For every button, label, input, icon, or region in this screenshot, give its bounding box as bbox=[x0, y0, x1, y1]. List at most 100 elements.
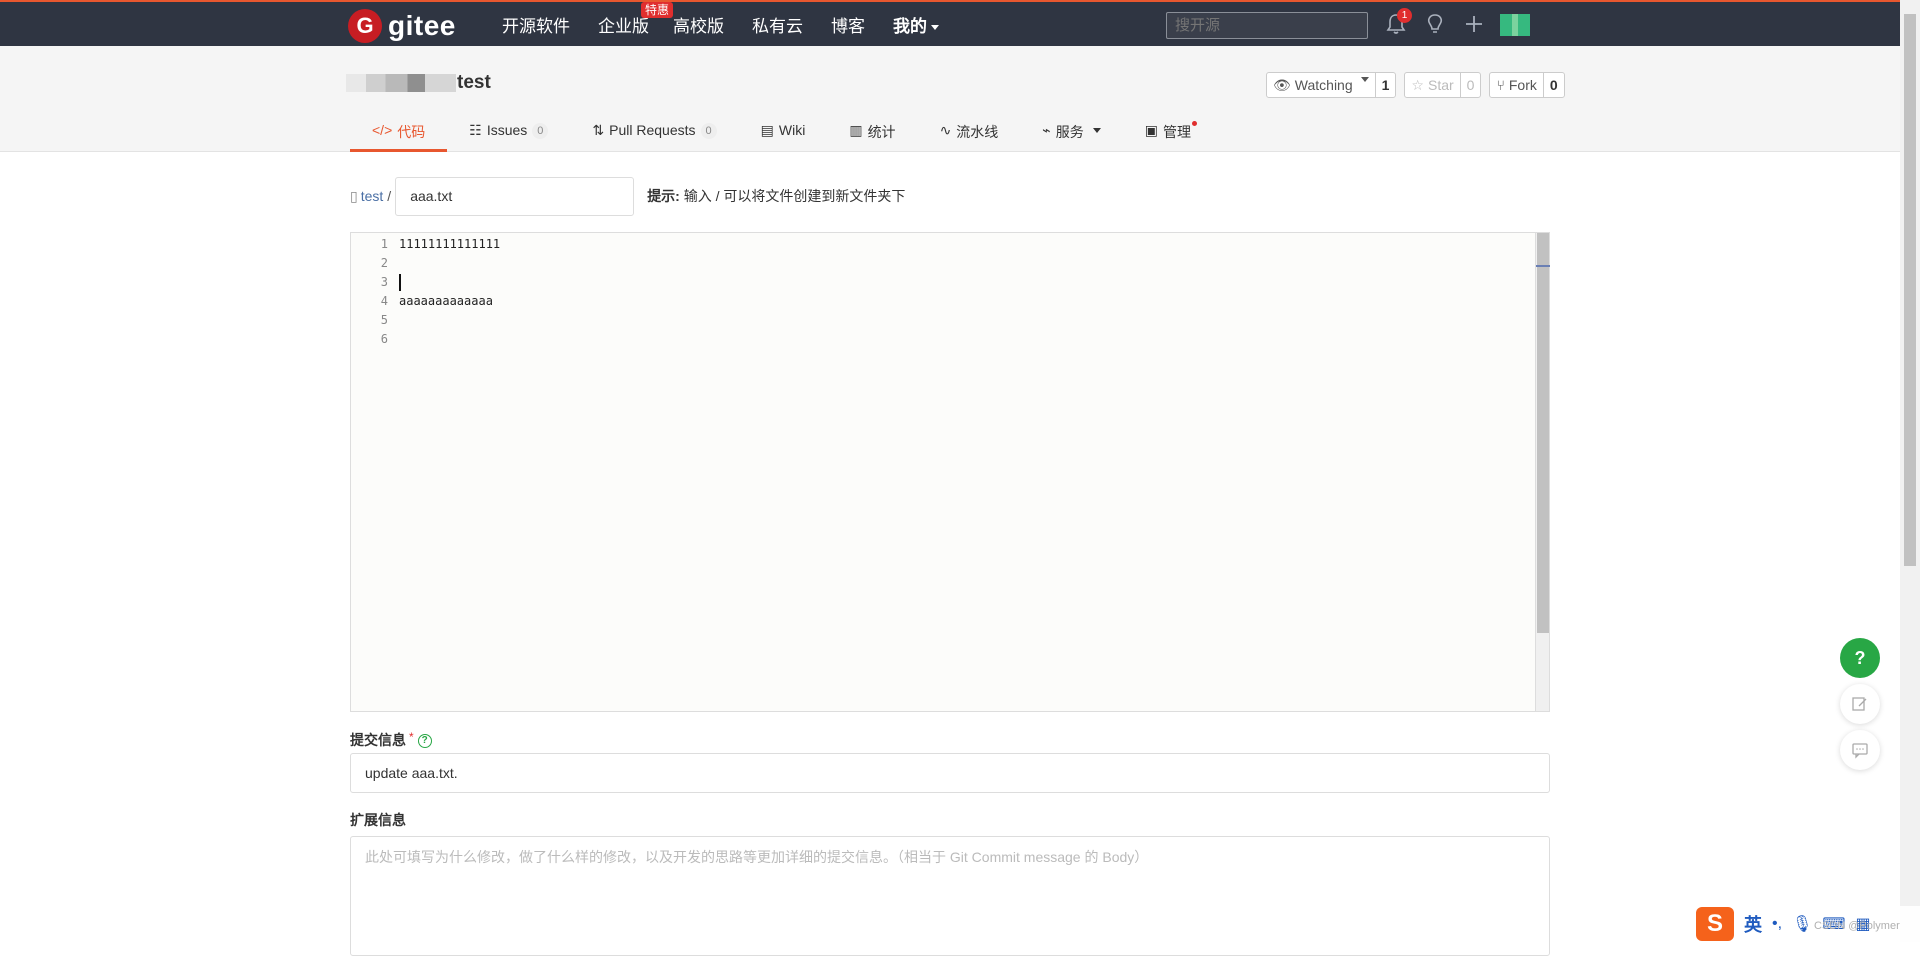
fork-button[interactable]: ⑂ Fork 0 bbox=[1489, 72, 1565, 98]
pull-requests-count: 0 bbox=[700, 123, 717, 139]
editor-scrollbar[interactable] bbox=[1535, 233, 1550, 711]
line-number: 3 bbox=[380, 275, 388, 289]
commit-message-input[interactable] bbox=[350, 753, 1550, 793]
tab-code-label: 代码 bbox=[397, 124, 426, 140]
nav-enterprise-label: 企业版 bbox=[598, 16, 649, 36]
fork-icon: ⑂ bbox=[1496, 77, 1505, 93]
line-number: 4 bbox=[380, 294, 388, 308]
lightbulb-icon[interactable] bbox=[1424, 13, 1446, 35]
nav-university[interactable]: 高校版 bbox=[673, 12, 724, 37]
punctuation-icon[interactable]: •, bbox=[1772, 915, 1782, 933]
settings-doc-icon: ▣ bbox=[1144, 122, 1158, 138]
chevron-down-icon bbox=[1092, 128, 1101, 133]
line-number: 5 bbox=[380, 313, 388, 327]
tab-stats[interactable]: ▥ 统计 bbox=[827, 118, 917, 152]
code-icon: </> bbox=[372, 122, 393, 138]
tab-pull-requests-label: Pull Requests bbox=[609, 122, 696, 138]
fork-count[interactable]: 0 bbox=[1544, 73, 1564, 97]
tab-services[interactable]: ⌁ 服务 bbox=[1020, 118, 1122, 152]
microphone-icon[interactable]: 🎙 bbox=[1792, 914, 1812, 934]
star-icon: ☆ bbox=[1411, 77, 1424, 93]
chevron-down-icon bbox=[1360, 77, 1369, 82]
star-count[interactable]: 0 bbox=[1461, 73, 1481, 97]
fork-label: Fork bbox=[1508, 77, 1537, 93]
bar-chart-icon: ▥ bbox=[849, 122, 863, 138]
path-hint-text: 输入 / 可以将文件创建到新文件夹下 bbox=[683, 188, 906, 204]
gitee-logo-icon: G bbox=[348, 9, 382, 43]
eye-icon: 👁 bbox=[1273, 77, 1291, 93]
nav-open-source[interactable]: 开源软件 bbox=[502, 12, 570, 37]
search-input[interactable] bbox=[1166, 12, 1368, 39]
extended-message-label: 扩展信息 bbox=[350, 812, 406, 828]
tab-issues[interactable]: ☷ Issues 0 bbox=[447, 118, 570, 152]
edit-icon[interactable] bbox=[1840, 684, 1880, 724]
nav-blog[interactable]: 博客 bbox=[831, 12, 865, 37]
code-editor[interactable]: 1 2 3 4 5 6 11111111111111 aaaaaaaaaaaaa bbox=[350, 232, 1550, 712]
code-line[interactable]: 11111111111111 bbox=[399, 235, 500, 254]
breadcrumb-repo-link[interactable]: test bbox=[361, 188, 384, 204]
help-circle-icon[interactable]: ? bbox=[417, 734, 432, 749]
path-hint-label: 提示: bbox=[647, 188, 680, 204]
help-icon[interactable]: ? bbox=[1840, 638, 1880, 678]
text-cursor bbox=[399, 274, 401, 291]
pulse-icon: ⌁ bbox=[1042, 122, 1051, 138]
watching-count[interactable]: 1 bbox=[1376, 73, 1396, 97]
plus-icon[interactable] bbox=[1463, 13, 1485, 35]
repo-name[interactable]: test bbox=[457, 72, 491, 94]
breadcrumb-separator: / bbox=[387, 188, 392, 204]
ime-language-toggle[interactable]: 英 bbox=[1744, 911, 1762, 937]
star-label: Star bbox=[1427, 77, 1454, 93]
tab-pull-requests[interactable]: ⇅ Pull Requests 0 bbox=[570, 118, 738, 152]
comment-icon[interactable] bbox=[1840, 730, 1880, 770]
line-number: 6 bbox=[380, 332, 388, 346]
fork-label-wrap: ⑂ Fork bbox=[1490, 73, 1544, 97]
tab-code[interactable]: </> 代码 bbox=[350, 118, 448, 152]
issues-icon: ☷ bbox=[469, 122, 482, 138]
pull-request-icon: ⇅ bbox=[592, 122, 605, 138]
tab-manage[interactable]: ▣ 管理 bbox=[1123, 118, 1213, 152]
page-scrollbar-thumb[interactable] bbox=[1904, 14, 1916, 566]
pipeline-icon: ∿ bbox=[939, 122, 952, 138]
gitee-logo-text: gitee bbox=[388, 10, 456, 41]
tab-pipeline-label: 流水线 bbox=[956, 124, 999, 140]
extended-message-textarea[interactable] bbox=[350, 836, 1550, 956]
editor-scroll-marker bbox=[1536, 265, 1550, 267]
nav-enterprise[interactable]: 企业版 特惠 bbox=[598, 1, 673, 37]
commit-message-label-row: 提交信息 *? bbox=[350, 730, 432, 750]
avatar[interactable] bbox=[1500, 14, 1530, 36]
editor-scrollbar-thumb[interactable] bbox=[1537, 233, 1549, 633]
required-mark: * bbox=[409, 730, 414, 744]
tab-wiki[interactable]: ▤ Wiki bbox=[739, 118, 828, 152]
tab-stats-label: 统计 bbox=[867, 124, 896, 140]
top-navbar: G gitee 开源软件 企业版 特惠 高校版 私有云 博客 我的 1 bbox=[0, 0, 1900, 46]
nav-mine[interactable]: 我的 bbox=[893, 12, 939, 37]
gitee-logo[interactable]: G gitee bbox=[348, 9, 456, 43]
tab-pipeline[interactable]: ∿ 流水线 bbox=[918, 118, 1021, 152]
editor-gutter: 1 2 3 4 5 6 bbox=[351, 233, 391, 711]
file-path-row: ▯ test / 提示: 输入 / 可以将文件创建到新文件夹下 bbox=[350, 176, 905, 216]
main-nav: 开源软件 企业版 特惠 高校版 私有云 博客 我的 bbox=[502, 1, 967, 46]
ime-logo[interactable]: S bbox=[1696, 907, 1734, 941]
tab-wiki-label: Wiki bbox=[778, 122, 806, 138]
repo-tabs: </> 代码 ☷ Issues 0 ⇅ Pull Requests 0 ▤ Wi… bbox=[350, 118, 1213, 152]
code-line[interactable]: aaaaaaaaaaaaa bbox=[399, 292, 493, 311]
chevron-down-icon bbox=[931, 24, 939, 30]
watermark: CSDN @Polymer bbox=[1814, 920, 1900, 932]
file-icon: ▯ bbox=[350, 187, 358, 204]
watching-button[interactable]: 👁 Watching 1 bbox=[1266, 72, 1397, 98]
filename-input[interactable] bbox=[395, 176, 635, 216]
star-label-wrap: ☆ Star bbox=[1405, 73, 1461, 97]
star-button[interactable]: ☆ Star 0 bbox=[1404, 72, 1482, 98]
nav-mine-label: 我的 bbox=[893, 16, 927, 36]
repo-header: test 👁 Watching 1 ☆ Star 0 ⑂ Fork 0 </> … bbox=[0, 46, 1900, 152]
tab-services-label: 服务 bbox=[1055, 124, 1084, 140]
tab-issues-label: Issues bbox=[486, 122, 528, 138]
tab-manage-label: 管理 bbox=[1162, 124, 1191, 140]
nav-private-cloud[interactable]: 私有云 bbox=[752, 12, 803, 37]
line-number: 2 bbox=[380, 256, 388, 270]
ime-toolbar: S 英 •, 🎙 ⌨ ▦ CSDN @Polymer bbox=[1696, 906, 1920, 942]
repo-title: test bbox=[346, 72, 491, 94]
enterprise-badge: 特惠 bbox=[640, 1, 673, 18]
page-scrollbar[interactable] bbox=[1900, 0, 1920, 942]
path-hint: 提示: 输入 / 可以将文件创建到新文件夹下 bbox=[647, 186, 905, 206]
